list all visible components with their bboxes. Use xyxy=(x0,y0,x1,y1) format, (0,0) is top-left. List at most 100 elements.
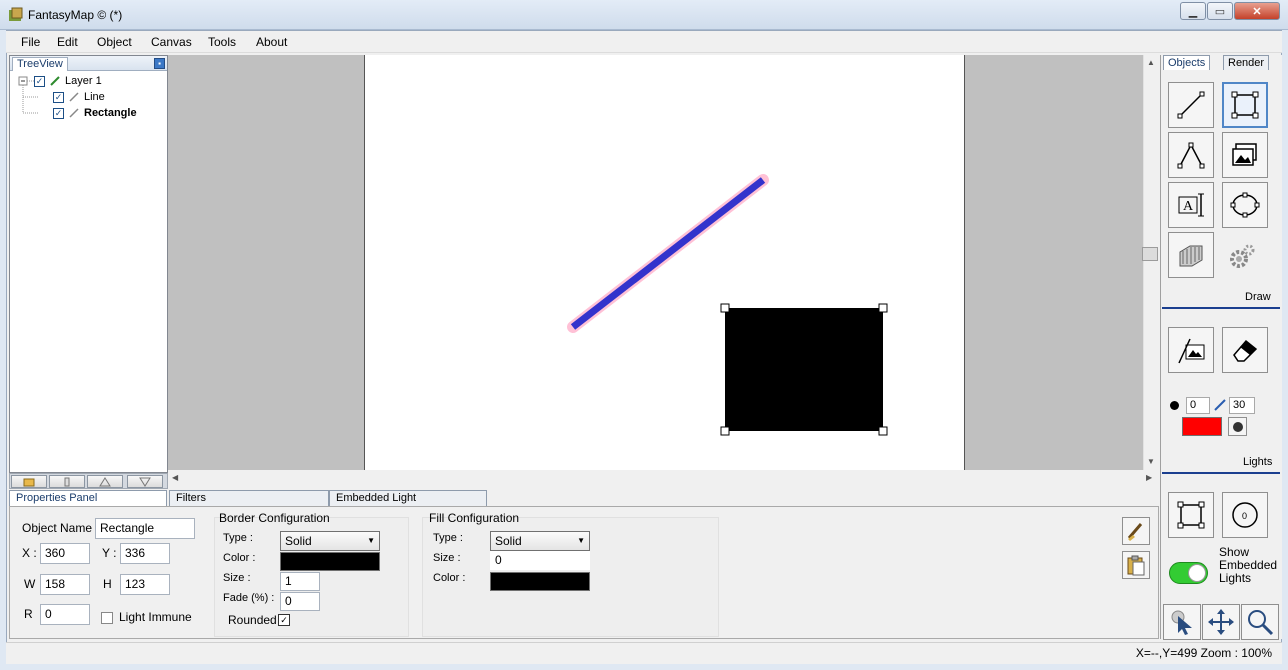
pencil-icon xyxy=(50,76,60,86)
resize-handle[interactable] xyxy=(720,426,730,436)
record-icon[interactable] xyxy=(1228,417,1247,436)
text-tool-icon[interactable]: A xyxy=(1168,182,1214,228)
height-input[interactable]: 123 xyxy=(120,574,170,595)
rotation-input[interactable]: 0 xyxy=(40,604,90,625)
status-bar: X=--,Y=499 Zoom : 100% xyxy=(6,642,1282,664)
title-bar: FantasyMap © (*) ▁ ▭ ✕ xyxy=(0,0,1288,30)
pan-move-icon[interactable] xyxy=(1202,604,1240,640)
border-type-value: Solid xyxy=(285,534,312,548)
canvas-page[interactable] xyxy=(364,55,965,470)
menu-edit[interactable]: Edit xyxy=(57,35,78,49)
resize-handle[interactable] xyxy=(878,426,888,436)
add-layer-icon[interactable] xyxy=(11,475,47,488)
svg-text:0: 0 xyxy=(1242,511,1247,521)
select-rectangle-icon[interactable] xyxy=(1168,492,1214,538)
vertical-scrollbar[interactable]: ▲ ▼ xyxy=(1143,55,1159,470)
w-label: W xyxy=(24,577,36,591)
section-divider xyxy=(1162,307,1280,309)
fill-color-swatch[interactable] xyxy=(490,572,590,591)
border-type-select[interactable]: Solid ▼ xyxy=(280,531,380,551)
light-immune-checkbox[interactable] xyxy=(101,612,113,624)
object-name-input[interactable]: Rectangle xyxy=(95,518,195,539)
border-color-swatch[interactable] xyxy=(280,552,380,571)
paint-brush-image-icon[interactable] xyxy=(1168,327,1214,373)
minimize-button[interactable]: ▁ xyxy=(1180,2,1206,20)
embedded-lights-toggle[interactable] xyxy=(1169,562,1208,584)
layer1-checkbox[interactable]: ✓ xyxy=(34,75,45,87)
scroll-down-icon[interactable]: ▼ xyxy=(1147,457,1155,466)
paste-icon[interactable] xyxy=(1122,551,1150,579)
x-label: X : xyxy=(22,546,37,560)
rectangle-checkbox[interactable]: ✓ xyxy=(53,107,64,119)
tree-item-label: Layer 1 xyxy=(65,75,102,87)
maximize-button[interactable]: ▭ xyxy=(1207,2,1233,20)
move-down-icon[interactable] xyxy=(127,475,163,488)
brush-opacity-input[interactable]: 30 xyxy=(1229,397,1255,414)
texture-tool-icon[interactable] xyxy=(1168,232,1214,278)
tab-properties-panel[interactable]: Properties Panel xyxy=(9,490,167,506)
border-fade-label: Fade (%) : xyxy=(223,592,275,604)
ellipse-tool-icon[interactable] xyxy=(1222,182,1268,228)
object-name-label: Object Name xyxy=(22,521,93,535)
canvas-drawing[interactable] xyxy=(365,55,965,470)
window-title: FantasyMap © (*) xyxy=(28,8,123,22)
treeview-tab[interactable]: TreeView xyxy=(12,57,68,71)
border-type-label: Type : xyxy=(223,532,253,544)
eraser-icon[interactable] xyxy=(1222,327,1268,373)
tree-item-label: Line xyxy=(84,91,105,103)
y-input[interactable]: 336 xyxy=(120,543,170,564)
light-color-swatch[interactable] xyxy=(1182,417,1222,436)
tree-item-rectangle[interactable]: ✓ Rectangle xyxy=(53,105,137,121)
treeview-panel: TreeView ▪ ✓ Layer 1 ✓ Line ✓ Rectangle xyxy=(9,55,168,473)
rectangle-object[interactable] xyxy=(725,308,883,431)
image-tool-icon[interactable] xyxy=(1222,132,1268,178)
resize-handle[interactable] xyxy=(878,303,888,313)
rounded-checkbox[interactable]: ✓ xyxy=(278,614,290,626)
vertical-scroll-thumb[interactable] xyxy=(1142,247,1158,261)
border-fade-input[interactable]: 0 xyxy=(280,592,320,611)
line-tool-icon[interactable] xyxy=(1168,82,1214,128)
menu-canvas[interactable]: Canvas xyxy=(151,35,192,49)
line-object[interactable] xyxy=(570,177,766,330)
tab-embedded-light[interactable]: Embedded Light xyxy=(329,490,487,506)
tree-item-line[interactable]: ✓ Line xyxy=(53,89,105,105)
scroll-right-icon[interactable]: ▶ xyxy=(1146,473,1152,482)
svg-text:A: A xyxy=(1183,199,1194,214)
tree-item-layer1[interactable]: ✓ Layer 1 xyxy=(34,73,102,89)
menu-file[interactable]: File xyxy=(21,35,40,49)
menu-about[interactable]: About xyxy=(256,35,287,49)
menu-tools[interactable]: Tools xyxy=(208,35,236,49)
move-up-icon[interactable] xyxy=(87,475,123,488)
treeview-header: TreeView ▪ xyxy=(10,56,167,71)
horizontal-scrollbar[interactable]: ◀ ▶ xyxy=(168,470,1159,486)
gear-icon[interactable] xyxy=(1228,242,1256,270)
polyline-tool-icon[interactable] xyxy=(1168,132,1214,178)
resize-handle[interactable] xyxy=(720,303,730,313)
pencil-icon xyxy=(69,92,79,102)
fill-type-label: Type : xyxy=(433,532,463,544)
brush-apply-icon[interactable] xyxy=(1122,517,1150,545)
menu-object[interactable]: Object xyxy=(97,35,132,49)
light-circle-icon[interactable]: 0 xyxy=(1222,492,1268,538)
delete-icon[interactable] xyxy=(49,475,85,488)
border-size-input[interactable]: 1 xyxy=(280,572,320,591)
border-config-title: Border Configuration xyxy=(219,511,330,525)
app-icon xyxy=(8,7,24,23)
rectangle-tool-icon[interactable] xyxy=(1222,82,1268,128)
scroll-up-icon[interactable]: ▲ xyxy=(1147,58,1155,67)
brush-size-input[interactable]: 0 xyxy=(1186,397,1210,414)
line-checkbox[interactable]: ✓ xyxy=(53,91,64,103)
pointer-icon[interactable] xyxy=(1163,604,1201,640)
width-input[interactable]: 158 xyxy=(40,574,90,595)
h-label: H xyxy=(103,577,112,591)
pin-icon[interactable]: ▪ xyxy=(154,58,165,69)
close-button[interactable]: ✕ xyxy=(1234,2,1280,20)
tab-filters[interactable]: Filters xyxy=(169,490,329,506)
fill-size-input[interactable]: 0 xyxy=(490,551,590,570)
zoom-icon[interactable] xyxy=(1241,604,1279,640)
tab-objects[interactable]: Objects xyxy=(1163,55,1211,70)
scroll-left-icon[interactable]: ◀ xyxy=(172,473,178,482)
x-input[interactable]: 360 xyxy=(40,543,90,564)
tab-render[interactable]: Render xyxy=(1223,55,1270,70)
fill-type-select[interactable]: Solid ▼ xyxy=(490,531,590,551)
